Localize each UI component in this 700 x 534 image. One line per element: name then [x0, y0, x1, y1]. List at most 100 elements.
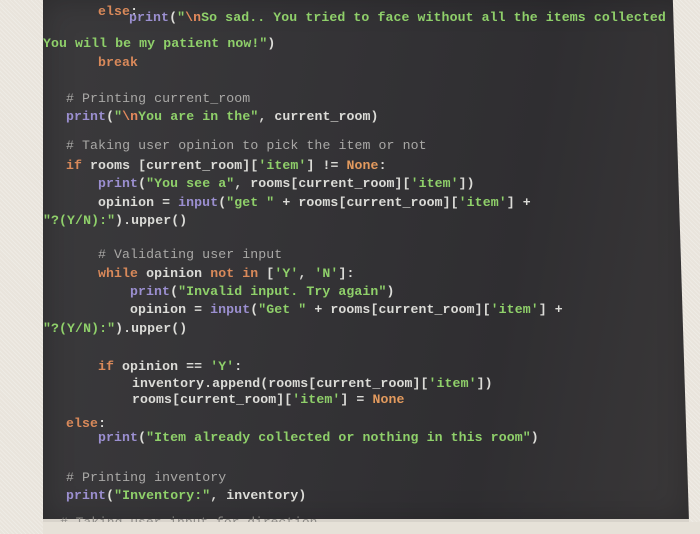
- string-token: "get ": [226, 195, 275, 210]
- code-token: (: [106, 488, 115, 503]
- function-token: print: [66, 109, 107, 124]
- keyword-token: if: [98, 359, 115, 374]
- code-line[interactable]: opinion = input("get " + rooms[current_r…: [98, 195, 531, 211]
- partial-code-line: # Taking user input for direction: [60, 516, 317, 522]
- function-token: input: [210, 302, 251, 317]
- code-line[interactable]: # Validating user input: [98, 247, 282, 263]
- code-token: opinion =: [130, 302, 211, 317]
- code-token: (: [138, 176, 147, 191]
- function-token: print: [98, 430, 139, 445]
- code-line[interactable]: # Printing current_room: [66, 91, 250, 107]
- code-token: ] +: [538, 302, 563, 317]
- code-token: inventory.append(rooms[current_room][: [132, 376, 429, 391]
- monitor-bezel: [43, 522, 700, 534]
- keyword-token: break: [98, 55, 139, 70]
- code-line[interactable]: if rooms [current_room]['item'] != None:: [66, 158, 387, 174]
- code-token: opinion ==: [114, 359, 211, 374]
- string-token: 'Y': [274, 266, 299, 281]
- code-line[interactable]: You will be my patient now!"): [43, 36, 275, 52]
- code-line[interactable]: # Printing inventory: [66, 470, 226, 486]
- code-token: :: [378, 158, 387, 173]
- code-line[interactable]: print("Invalid input. Try again"): [130, 284, 394, 300]
- code-token: ] +: [506, 195, 531, 210]
- string-token: "?(Y/N):": [43, 321, 116, 336]
- code-line[interactable]: print("Inventory:", inventory): [66, 488, 306, 504]
- code-token: ]): [476, 376, 493, 391]
- string-token: "Get ": [258, 302, 307, 317]
- string-token: 'item': [410, 176, 459, 191]
- comment-token: # Printing inventory: [66, 470, 227, 485]
- function-token: print: [130, 284, 171, 299]
- code-token: opinion =: [98, 195, 179, 210]
- code-token: ]:: [338, 266, 355, 281]
- keyword-token: while: [98, 266, 139, 281]
- function-token: print: [129, 10, 170, 25]
- code-token: , current_room): [258, 109, 379, 124]
- code-line[interactable]: "?(Y/N):").upper(): [43, 213, 187, 229]
- code-token: ).upper(): [115, 321, 188, 336]
- code-line[interactable]: print("You see a", rooms[current_room]['…: [98, 176, 475, 192]
- code-line[interactable]: "?(Y/N):").upper(): [43, 321, 187, 337]
- code-token: (: [170, 284, 179, 299]
- code-token: [: [258, 266, 275, 281]
- code-line[interactable]: break: [98, 55, 138, 71]
- code-line[interactable]: opinion = input("Get " + rooms[current_r…: [130, 302, 563, 318]
- string-token: 'item': [458, 195, 507, 210]
- string-token: "Invalid input. Try again": [178, 284, 387, 299]
- code-line[interactable]: # Taking user opinion to pick the item o…: [66, 138, 427, 154]
- constant-token: None: [346, 158, 379, 173]
- code-token: ] !=: [306, 158, 347, 173]
- string-token: "Inventory:": [114, 488, 211, 503]
- code-line[interactable]: rooms[current_room]['item'] = None: [132, 392, 405, 408]
- string-token: ": [114, 109, 123, 124]
- code-line[interactable]: print("\nYou are in the", current_room): [66, 109, 379, 125]
- code-token: + rooms[current_room][: [274, 195, 459, 210]
- constant-token: None: [372, 392, 405, 407]
- code-line[interactable]: print("\nSo sad.. You tried to face with…: [129, 10, 666, 26]
- code-token: opinion: [138, 266, 211, 281]
- string-token: You are in the": [138, 109, 259, 124]
- code-token: , rooms[current_room][: [234, 176, 411, 191]
- string-token: 'Y': [210, 359, 235, 374]
- string-token: You will be my patient now!": [43, 36, 268, 51]
- code-token: ).upper(): [115, 213, 188, 228]
- code-token: ): [530, 430, 539, 445]
- comment-token: # Taking user opinion to pick the item o…: [66, 138, 427, 153]
- code-token: (: [106, 109, 115, 124]
- string-token: ": [177, 10, 186, 25]
- code-line[interactable]: inventory.append(rooms[current_room]['it…: [132, 376, 493, 392]
- code-token: (: [169, 10, 178, 25]
- code-line[interactable]: print("Item already collected or nothing…: [98, 430, 539, 446]
- code-token: (: [138, 430, 147, 445]
- code-line[interactable]: while opinion not in ['Y', 'N']:: [98, 266, 354, 282]
- code-token: :: [98, 416, 107, 431]
- string-token: So sad.. You tried to face without all t…: [201, 10, 666, 25]
- function-token: print: [66, 488, 107, 503]
- code-token: + rooms[current_room][: [306, 302, 491, 317]
- comment-token: # Validating user input: [98, 247, 283, 262]
- code-line[interactable]: if opinion == 'Y':: [98, 359, 242, 375]
- keyword-token: not in: [210, 266, 259, 281]
- string-token: 'N': [314, 266, 339, 281]
- code-token: ,: [298, 266, 315, 281]
- string-token: "Item already collected or nothing in th…: [146, 430, 531, 445]
- code-token: ): [386, 284, 395, 299]
- code-token: rooms[current_room][: [132, 392, 293, 407]
- keyword-token: else: [66, 416, 99, 431]
- string-token: 'item': [258, 158, 307, 173]
- code-token: rooms [current_room][: [82, 158, 259, 173]
- string-token: 'item': [292, 392, 341, 407]
- string-token: 'item': [428, 376, 477, 391]
- code-token: :: [234, 359, 243, 374]
- string-token: "You see a": [146, 176, 235, 191]
- escape-token: \n: [185, 10, 202, 25]
- keyword-token: if: [66, 158, 83, 173]
- code-token: ] =: [340, 392, 373, 407]
- function-token: input: [178, 195, 219, 210]
- function-token: print: [98, 176, 139, 191]
- string-token: "?(Y/N):": [43, 213, 116, 228]
- keyword-token: else: [98, 4, 131, 19]
- code-token: ): [267, 36, 276, 51]
- code-token: ]): [458, 176, 475, 191]
- string-token: 'item': [490, 302, 539, 317]
